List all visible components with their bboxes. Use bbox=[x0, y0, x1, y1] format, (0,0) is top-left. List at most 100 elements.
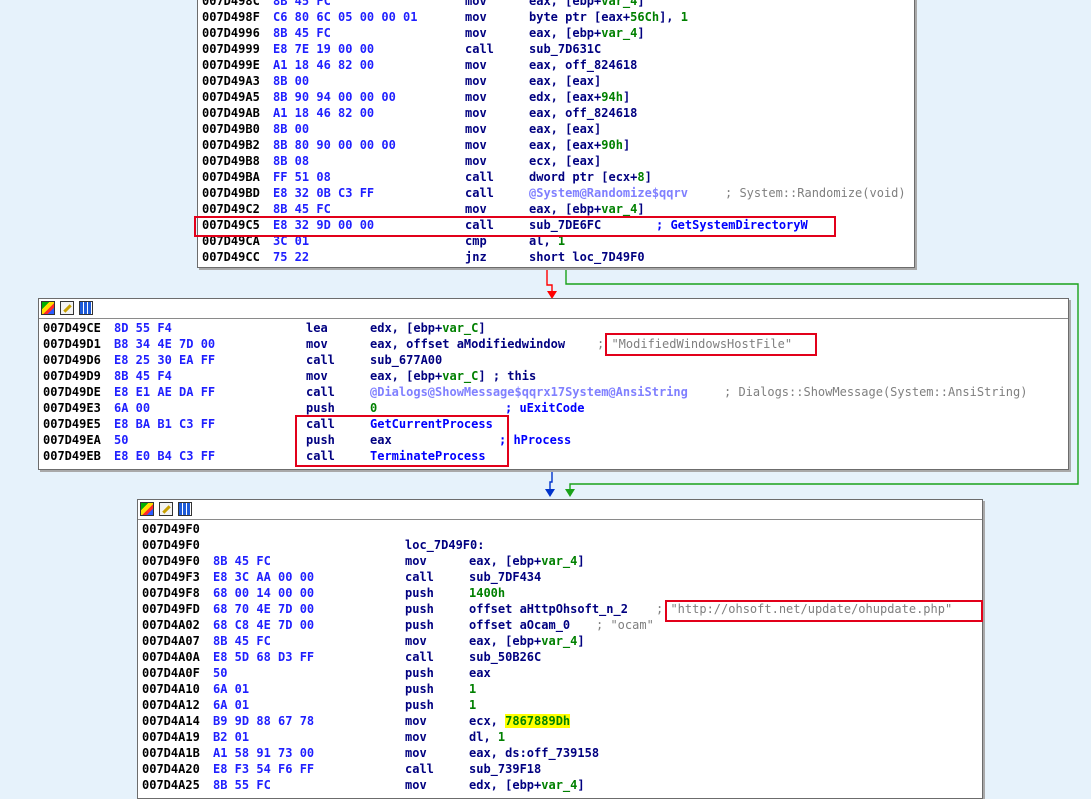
instruction-operands[interactable]: eax, offset aModifiedwindow bbox=[370, 336, 565, 352]
instruction-operands[interactable]: offset aOcam_0 bbox=[469, 617, 570, 633]
instruction-row[interactable]: 007D4A25 8B 55 FC mov edx, [ebp+var_4] bbox=[138, 777, 982, 793]
instruction-operands[interactable]: eax, [ebp+var_4] bbox=[469, 553, 585, 569]
instruction-row[interactable]: 007D4A0A E8 5D 68 D3 FF call sub_50B26C bbox=[138, 649, 982, 665]
instruction-mnemonic: mov bbox=[465, 202, 487, 216]
instruction-row[interactable]: 007D49B2 8B 80 90 00 00 00 mov eax, [eax+90… bbox=[198, 137, 914, 153]
instruction-operands[interactable]: sub_739F18 bbox=[469, 761, 541, 777]
instruction-operands[interactable]: offset aHttpOhsoft_n_2 bbox=[469, 601, 628, 617]
instruction-row[interactable]: 007D49E5 E8 BA B1 C3 FF call GetCurrentProc… bbox=[39, 416, 1068, 432]
opcode-bytes: FF 51 08 bbox=[273, 170, 331, 184]
instruction-address: 007D498F bbox=[202, 10, 260, 24]
hex-view-icon[interactable] bbox=[79, 301, 93, 315]
edit-node-icon[interactable] bbox=[159, 502, 173, 516]
edit-node-icon[interactable] bbox=[60, 301, 74, 315]
instruction-row[interactable]: 007D49F8 68 00 14 00 00 push 1400h bbox=[138, 585, 982, 601]
instruction-row[interactable]: 007D49CC 75 22 jnz short loc_7D49F0 bbox=[198, 249, 914, 265]
code-block-sub-main[interactable]: 007D498C 8B 45 FC mov eax, [ebp+var_4] 007D4… bbox=[194, 0, 915, 268]
instruction-address: 007D4A1B bbox=[142, 746, 200, 760]
instruction-operands[interactable]: eax, [eax+90h] bbox=[529, 137, 630, 153]
instruction-row[interactable]: 007D499E A1 18 46 82 00 mov eax, off_824618 bbox=[198, 57, 914, 73]
instruction-row[interactable]: 007D49A3 8B 00 mov eax, [eax] bbox=[198, 73, 914, 89]
instruction-mnemonic: push bbox=[306, 401, 335, 415]
instruction-operands[interactable]: @Dialogs@ShowMessage$qqrx17System@AnsiSt… bbox=[370, 384, 688, 400]
instruction-row[interactable]: 007D49EA 50 push eax; hProcess bbox=[39, 432, 1068, 448]
instruction-operands[interactable]: 1 bbox=[469, 697, 476, 713]
instruction-operands[interactable]: edx, [eax+94h] bbox=[529, 89, 630, 105]
instruction-row[interactable]: 007D4A1B A1 58 91 73 00 mov eax, ds:off_739… bbox=[138, 745, 982, 761]
instruction-row[interactable]: 007D4A07 8B 45 FC mov eax, [ebp+var_4] bbox=[138, 633, 982, 649]
instruction-row[interactable]: 007D49D6 E8 25 30 EA FF call sub_677A00 bbox=[39, 352, 1068, 368]
instruction-operands[interactable]: eax, [eax] bbox=[529, 121, 601, 137]
instruction-operands[interactable]: short loc_7D49F0 bbox=[529, 249, 645, 265]
instruction-mnemonic: push bbox=[405, 586, 434, 600]
instruction-operands[interactable]: eax, [ebp+var_4] bbox=[469, 633, 585, 649]
instruction-operands[interactable]: ecx, 7867889Dh bbox=[469, 713, 571, 729]
instruction-operands[interactable]: dl, 1 bbox=[469, 729, 505, 745]
instruction-row[interactable]: 007D4999 E8 7E 19 00 00 call sub_7D631C bbox=[198, 41, 914, 57]
instruction-operands[interactable]: eax, off_824618 bbox=[529, 57, 637, 73]
instruction-row[interactable]: 007D49CE 8D 55 F4 lea edx, [ebp+var_C] bbox=[39, 320, 1068, 336]
instruction-operands[interactable]: ecx, [eax] bbox=[529, 153, 601, 169]
instruction-row[interactable]: 007D49BA FF 51 08 call dword ptr [ecx+8] bbox=[198, 169, 914, 185]
instruction-row[interactable]: 007D49DE E8 E1 AE DA FF call @Dialogs@ShowM… bbox=[39, 384, 1068, 400]
highlighted-constant[interactable]: 7867889Dh bbox=[505, 714, 571, 728]
graph-overview-icon[interactable] bbox=[140, 502, 154, 516]
instruction-operands[interactable]: sub_50B26C bbox=[469, 649, 541, 665]
instruction-operands[interactable]: eax, [eax] bbox=[529, 73, 601, 89]
instruction-operands[interactable]: 1400h bbox=[469, 585, 505, 601]
instruction-row[interactable]: 007D49B8 8B 08 mov ecx, [eax] bbox=[198, 153, 914, 169]
instruction-operands[interactable]: dword ptr [ecx+8] bbox=[529, 169, 652, 185]
graph-overview-icon[interactable] bbox=[41, 301, 55, 315]
instruction-row[interactable]: 007D49A5 8B 90 94 00 00 00 mov edx, [eax+94… bbox=[198, 89, 914, 105]
instruction-row[interactable]: 007D49EB E8 E0 B4 C3 FF call TerminateProce… bbox=[39, 448, 1068, 464]
instruction-row[interactable]: 007D49F0 loc_7D49F0: bbox=[138, 537, 982, 553]
instruction-row[interactable]: 007D49C2 8B 45 FC mov eax, [ebp+var_4] bbox=[198, 201, 914, 217]
instruction-row[interactable]: 007D4A20 E8 F3 54 F6 FF call sub_739F18 bbox=[138, 761, 982, 777]
opcode-bytes: 8B 08 bbox=[273, 154, 310, 168]
instruction-row[interactable]: 007D498C 8B 45 FC mov eax, [ebp+var_4] bbox=[198, 0, 914, 9]
instruction-row[interactable]: 007D49E3 6A 00 push 0 ; uExitCode bbox=[39, 400, 1068, 416]
opcode-bytes: 8B 45 FC bbox=[273, 0, 331, 8]
instruction-operands[interactable]: 0 bbox=[370, 400, 377, 416]
instruction-operands[interactable]: eax bbox=[469, 665, 491, 681]
instruction-row[interactable]: 007D4A0F 50 push eax bbox=[138, 665, 982, 681]
instruction-operands[interactable]: eax, [ebp+var_4] bbox=[529, 0, 645, 9]
instruction-list: 007D49F0 007D49F0 loc_7D49F0: 007D49F0 8B 45… bbox=[138, 521, 982, 793]
instruction-operands[interactable]: sub_677A00 bbox=[370, 352, 442, 368]
instruction-operands[interactable]: eax, ds:off_739158 bbox=[469, 745, 599, 761]
instruction-operands[interactable]: 1 bbox=[469, 681, 476, 697]
instruction-row[interactable]: 007D4A12 6A 01 push 1 bbox=[138, 697, 982, 713]
instruction-mnemonic: mov bbox=[465, 58, 487, 72]
instruction-operands[interactable]: @System@Randomize$qqrv bbox=[529, 185, 688, 201]
instruction-address: 007D4A12 bbox=[142, 698, 200, 712]
instruction-row[interactable]: 007D49D9 8B 45 F4 mov eax, [ebp+var_C] ; th… bbox=[39, 368, 1068, 384]
instruction-operands[interactable]: eax, [ebp+var_4] bbox=[529, 201, 645, 217]
instruction-operands[interactable]: edx, [ebp+var_C] bbox=[370, 320, 486, 336]
instruction-operands[interactable]: eax, [ebp+var_4] bbox=[529, 25, 645, 41]
instruction-row[interactable]: 007D4996 8B 45 FC mov eax, [ebp+var_4] bbox=[198, 25, 914, 41]
instruction-operands[interactable]: byte ptr [eax+56Ch], 1 bbox=[529, 9, 688, 25]
instruction-operands[interactable]: eax, off_824618 bbox=[529, 105, 637, 121]
instruction-row[interactable]: 007D49F0 8B 45 FC mov eax, [ebp+var_4] bbox=[138, 553, 982, 569]
instruction-operands[interactable]: edx, [ebp+var_4] bbox=[469, 777, 585, 793]
instruction-row[interactable]: 007D49D1 B8 34 4E 7D 00 mov eax, offset aMo… bbox=[39, 336, 1068, 352]
instruction-row[interactable]: 007D49F3 E8 3C AA 00 00 call sub_7DF434 bbox=[138, 569, 982, 585]
opcode-bytes: 68 70 4E 7D 00 bbox=[213, 602, 315, 616]
instruction-operands[interactable]: eax, [ebp+var_C] ; this bbox=[370, 368, 536, 384]
instruction-row[interactable]: 007D4A19 B2 01 mov dl, 1 bbox=[138, 729, 982, 745]
instruction-row[interactable]: 007D49AB A1 18 46 82 00 mov eax, off_824618 bbox=[198, 105, 914, 121]
instruction-mnemonic: mov bbox=[405, 778, 427, 792]
instruction-operands[interactable]: sub_7D631C bbox=[529, 41, 601, 57]
node-header bbox=[39, 299, 1068, 319]
instruction-address: 007D49BA bbox=[202, 170, 260, 184]
instruction-operands[interactable]: sub_7DF434 bbox=[469, 569, 541, 585]
hex-view-icon[interactable] bbox=[178, 502, 192, 516]
instruction-row[interactable]: 007D4A14 B9 9D 88 67 78 mov ecx, 7867889Dh bbox=[138, 713, 982, 729]
code-block-loc-7d49f0[interactable]: 007D49F0 007D49F0 loc_7D49F0: 007D49F0 8B 45… bbox=[137, 499, 983, 799]
instruction-row[interactable]: 007D4A10 6A 01 push 1 bbox=[138, 681, 982, 697]
instruction-row[interactable]: 007D49B0 8B 00 mov eax, [eax] bbox=[198, 121, 914, 137]
instruction-row[interactable]: 007D498F C6 80 6C 05 00 00 01 mov byte ptr … bbox=[198, 9, 914, 25]
code-block-terminate-path[interactable]: 007D49CE 8D 55 F4 lea edx, [ebp+var_C] 007D4… bbox=[38, 298, 1069, 470]
instruction-row[interactable]: 007D49BD E8 32 0B C3 FF call @System@Random… bbox=[198, 185, 914, 201]
instruction-row[interactable]: 007D49F0 bbox=[138, 521, 982, 537]
